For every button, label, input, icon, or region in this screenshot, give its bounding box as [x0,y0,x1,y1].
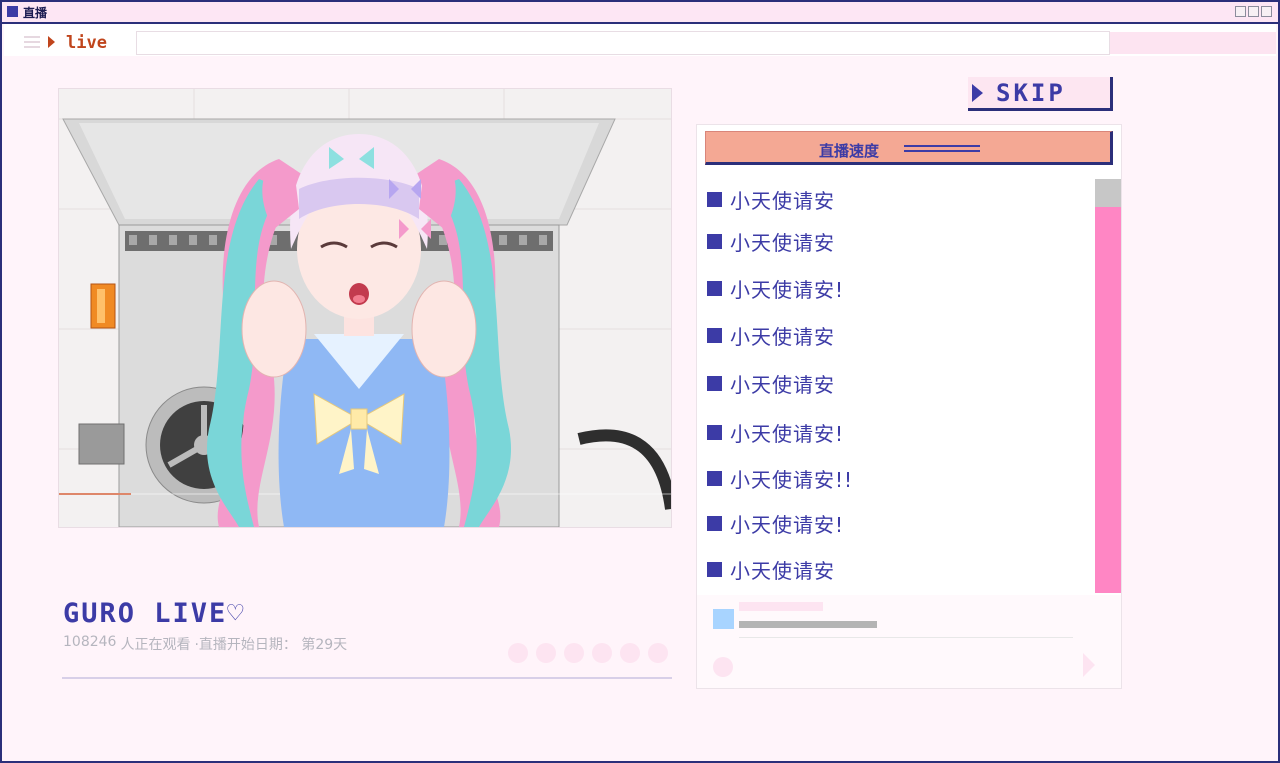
address-bar[interactable] [136,31,1110,55]
app-icon [7,6,18,17]
minimize-button[interactable] [1235,6,1246,17]
message-text: 小天使请安! [730,513,845,537]
chat-input-area [697,595,1121,688]
header-line [904,145,980,147]
chat-panel: 直播速度 小天使请安 小天使请安 小天使请安! 小天使请安 小天使请安 小天使请… [696,124,1122,689]
reaction-dots [508,643,668,663]
message-bullet-icon [707,234,722,249]
stream-meta: 108246 人正在观看 ·直播开始日期： 第29天 [63,634,347,654]
skip-button[interactable]: SKIP [968,77,1113,111]
nav-bar: live [4,24,1276,56]
stream-title: GURO LIVE♡ [63,598,246,629]
menu-icon[interactable] [24,36,40,48]
chat-scroll-thumb[interactable] [1095,179,1121,207]
message-text: 小天使请安 [730,231,835,255]
skip-label: SKIP [996,79,1066,107]
chat-message: 小天使请安 [707,321,835,350]
message-input[interactable] [739,621,877,628]
user-avatar [713,609,734,629]
stream-scene-illustration [59,89,671,527]
message-bullet-icon [707,328,722,343]
reaction-dot[interactable] [508,643,528,663]
viewer-label: 人正在观看 [120,637,191,653]
input-underline [739,637,1073,638]
chat-message: 小天使请安!! [707,464,853,493]
message-text: 小天使请安 [730,559,835,583]
emoji-button[interactable] [713,657,733,677]
chat-message: 小天使请安 [707,185,835,214]
reaction-dot[interactable] [620,643,640,663]
chat-message: 小天使请安 [707,227,835,256]
message-bullet-icon [707,281,722,296]
message-bullet-icon [707,516,722,531]
chat-header: 直播速度 [705,131,1113,165]
title-bar: 直播 [2,2,1278,24]
close-button[interactable] [1261,6,1272,17]
nav-decoration [1110,32,1276,54]
chat-message: 小天使请安 [707,369,835,398]
reaction-dot[interactable] [648,643,668,663]
chat-message: 小天使请安! [707,509,844,538]
reaction-dot[interactable] [592,643,612,663]
chat-message: 小天使请安! [707,418,844,447]
chat-message: 小天使请安! [707,274,844,303]
chat-message: 小天使请安 [707,555,835,584]
message-bullet-icon [707,376,722,391]
message-text: 小天使请安! [730,278,845,302]
viewer-count: 108246 [63,634,117,650]
message-text: 小天使请安 [730,325,835,349]
chat-header-title: 直播速度 [819,142,880,160]
send-icon[interactable] [1083,653,1095,677]
window-title: 直播 [23,6,48,20]
message-bullet-icon [707,425,722,440]
message-bullet-icon [707,562,722,577]
divider [62,677,672,679]
message-text: 小天使请安! [730,422,845,446]
play-icon [48,36,55,48]
stream-start-info: ·直播开始日期： 第29天 [194,637,348,653]
header-line [904,150,980,152]
message-text: 小天使请安 [730,373,835,397]
message-bullet-icon [707,192,722,207]
chat-messages: 小天使请安 小天使请安 小天使请安! 小天使请安 小天使请安 小天使请安! 小天… [697,177,1089,595]
username-placeholder [739,602,823,611]
message-text: 小天使请安!! [730,468,854,492]
maximize-button[interactable] [1248,6,1259,17]
chat-scrollbar[interactable] [1095,179,1121,593]
play-arrow-icon [972,84,983,102]
reaction-dot[interactable] [536,643,556,663]
live-label[interactable]: live [66,33,107,53]
reaction-dot[interactable] [564,643,584,663]
message-text: 小天使请安 [730,189,835,213]
window-controls [1235,6,1272,17]
stream-video[interactable] [58,88,672,528]
message-bullet-icon [707,471,722,486]
